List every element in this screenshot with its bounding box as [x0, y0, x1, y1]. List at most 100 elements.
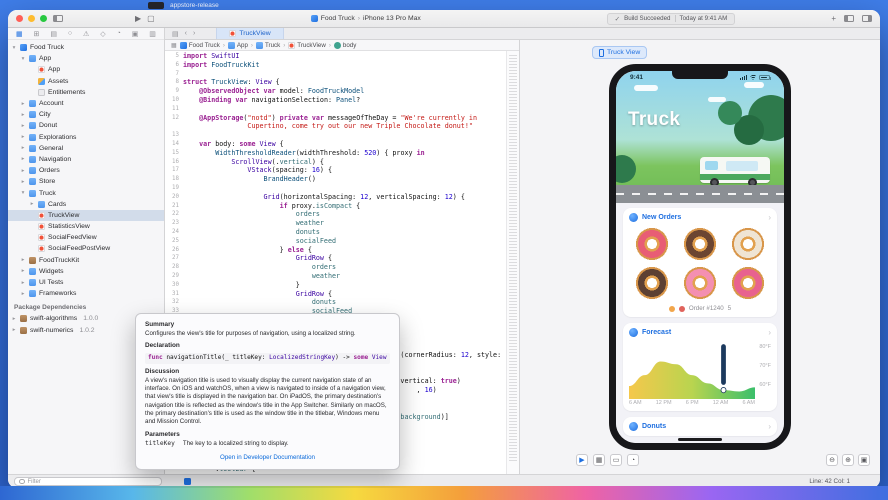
line-number: 26: [172, 246, 179, 253]
toggle-navigator-icon[interactable]: [53, 15, 63, 22]
package-icon: [29, 256, 36, 264]
bookmarks-navigator-icon[interactable]: ▤: [50, 30, 57, 38]
minimize-button[interactable]: [28, 15, 35, 22]
project-navigator-icon[interactable]: ▦: [16, 30, 23, 38]
code-line: 23 weather: [165, 219, 506, 228]
back-icon[interactable]: ‹: [185, 30, 187, 37]
stop-button[interactable]: ▢: [147, 14, 155, 23]
navigator-item[interactable]: ▸ Cards: [8, 199, 164, 210]
breadcrumb-item[interactable]: body: [333, 41, 356, 49]
navigator-item[interactable]: ▾ Truck: [8, 187, 164, 198]
popover-discussion-title: Discussion: [145, 367, 180, 375]
editor-mode-indicator[interactable]: [184, 478, 191, 485]
toolbar-right-icons: +: [831, 14, 872, 23]
tree: [718, 101, 742, 125]
iphone-status-bar: 9:41: [616, 74, 784, 81]
navigator-item[interactable]: SocialFeedPostView: [8, 243, 164, 254]
y-axis-label: 70°F: [759, 363, 771, 369]
navigator-item[interactable]: SocialFeedView: [8, 232, 164, 243]
preview-content: New Orders › Order #1240 5 Forecast › 80…: [616, 203, 784, 443]
jump-bar-menu-icon[interactable]: ▦: [171, 42, 177, 49]
line-number: 32: [172, 299, 179, 306]
navigator-item[interactable]: ▸ Frameworks: [8, 288, 164, 299]
navigator-item[interactable]: TruckView: [8, 209, 164, 221]
navigator-item[interactable]: Entitlements: [8, 87, 164, 98]
scheme-selector[interactable]: Food Truck › iPhone 13 Pro Max: [310, 15, 421, 22]
breadcrumb-item[interactable]: TruckView: [288, 41, 326, 49]
navigator-item[interactable]: App: [8, 64, 164, 75]
zoom-window-button[interactable]: [40, 15, 47, 22]
home-indicator: [678, 437, 722, 441]
navigator-item[interactable]: ▸ FoodTruckKit: [8, 255, 164, 266]
zoom-out-button[interactable]: ⊖: [826, 454, 838, 466]
line-number: [165, 122, 183, 131]
navigator-item[interactable]: StatisticsView: [8, 221, 164, 232]
variants-button[interactable]: ▦: [593, 454, 605, 466]
navigator-item[interactable]: ▸ Store: [8, 176, 164, 187]
traffic-lights: [16, 15, 47, 22]
navigator-item[interactable]: ▸ Orders: [8, 165, 164, 176]
code-line: 24 donuts: [165, 228, 506, 237]
issue-navigator-icon[interactable]: ⚠: [83, 30, 89, 38]
library-plus-icon[interactable]: +: [831, 14, 836, 23]
disclosure-icon: ▸: [12, 315, 16, 322]
breadcrumb-label: TruckView: [297, 41, 326, 49]
navigator-item[interactable]: ▸ UI Tests: [8, 277, 164, 288]
cloud: [634, 85, 658, 91]
breadcrumb-item[interactable]: Food Truck: [179, 41, 220, 49]
navigator-item[interactable]: ▾ App: [8, 53, 164, 64]
navigator-item[interactable]: Assets: [8, 76, 164, 87]
donut-image: [633, 265, 670, 301]
navigator-item[interactable]: ▸ General: [8, 143, 164, 154]
run-button[interactable]: ▶: [135, 14, 141, 23]
code-line: 10 @Binding var navigationSelection: Pan…: [165, 96, 506, 105]
find-navigator-icon[interactable]: ○: [68, 30, 72, 37]
x-axis-label: 12 AM: [712, 400, 729, 406]
package-label: swift-numerics: [30, 326, 74, 334]
source-control-navigator-icon[interactable]: ⊞: [34, 30, 40, 38]
code-line: 26 } else {: [165, 246, 506, 255]
close-button[interactable]: [16, 15, 23, 22]
status-time: 9:41: [630, 74, 644, 81]
navigator-item[interactable]: ▾ Food Truck: [8, 42, 164, 53]
code-line: 15 WidthThresholdReader(widthThreshold: …: [165, 149, 506, 158]
minimap[interactable]: [506, 51, 519, 474]
breadcrumb-item[interactable]: App: [227, 41, 248, 49]
donut-image: [730, 265, 767, 301]
navigator-item[interactable]: ▸ Donut: [8, 120, 164, 131]
tab-truckview[interactable]: TruckView: [216, 28, 284, 39]
navigator-item-label: Truck: [39, 189, 56, 197]
debug-navigator-icon[interactable]: ◔: [117, 30, 121, 37]
activity-status[interactable]: ✓ Build Succeeded Today at 9:41 AM: [606, 12, 736, 25]
report-navigator-icon[interactable]: ▥: [149, 30, 156, 38]
scheme-device-label: iPhone 13 Pro Max: [362, 15, 421, 22]
navigator-item[interactable]: ▸ Explorations: [8, 132, 164, 143]
zoom-in-button[interactable]: ⊕: [842, 454, 854, 466]
chevron-right-icon: ›: [768, 213, 771, 222]
environment-overrides-button[interactable]: ◔: [627, 454, 639, 466]
navigator-item[interactable]: ▸ Widgets: [8, 266, 164, 277]
jump-bar: ▦ Food Truck › App › Truck › TruckView › body: [165, 40, 519, 51]
line-number: 28: [172, 264, 179, 271]
donut-grid: [629, 226, 771, 301]
navigator-item[interactable]: ▸ City: [8, 109, 164, 120]
test-navigator-icon[interactable]: ◇: [100, 30, 105, 38]
zoom-fit-button[interactable]: ▣: [858, 454, 870, 466]
navigator-item[interactable]: ▸ Account: [8, 98, 164, 109]
forward-icon[interactable]: ›: [193, 30, 195, 37]
swift-icon: [38, 66, 45, 74]
breakpoint-navigator-icon[interactable]: ▣: [132, 30, 139, 38]
open-in-developer-documentation-link[interactable]: Open in Developer Documentation: [145, 454, 390, 462]
filter-field[interactable]: Filter: [14, 477, 162, 486]
editor-options-icon[interactable]: [844, 15, 854, 22]
breadcrumb-item[interactable]: Truck: [255, 41, 280, 49]
live-preview-button[interactable]: ▶: [576, 454, 588, 466]
related-items-icon[interactable]: ▤: [172, 30, 179, 38]
code-line: 19: [165, 184, 506, 193]
breadcrumb-separator: ›: [283, 41, 286, 49]
device-settings-button[interactable]: ▭: [610, 454, 622, 466]
navigator-item[interactable]: ▸ Navigation: [8, 154, 164, 165]
popover-discussion-text: A view's navigation title is used to vis…: [145, 376, 387, 426]
toggle-inspector-icon[interactable]: [862, 15, 872, 22]
preview-device-chip[interactable]: Truck View: [592, 46, 648, 59]
